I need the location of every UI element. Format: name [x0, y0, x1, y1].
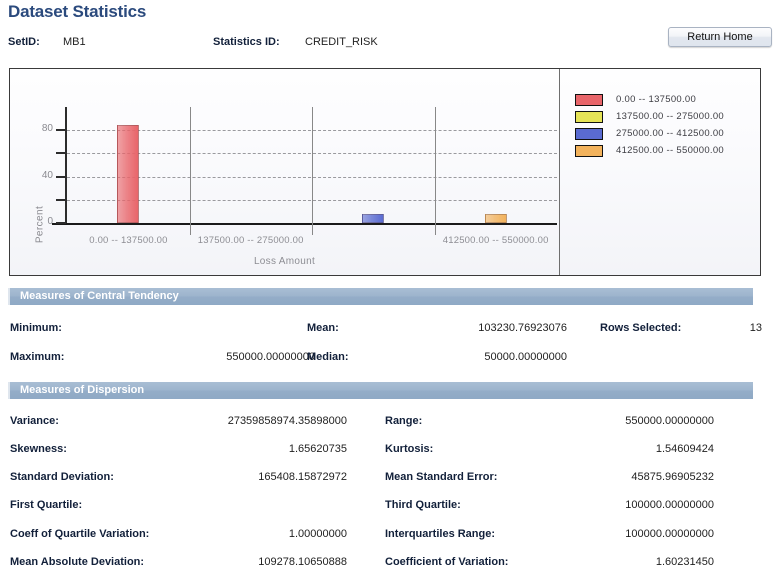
range-value: 550000.00000000	[625, 415, 714, 427]
maximum-value: 550000.00000000	[226, 351, 315, 363]
legend-label: 0.00 -- 137500.00	[616, 94, 697, 105]
chart-legend: 0.00 -- 137500.00 137500.00 -- 275000.00 2…	[575, 91, 724, 159]
legend-label: 412500.00 -- 550000.00	[616, 145, 725, 156]
chart-bar[interactable]	[117, 124, 140, 223]
chart-panel: Percent 0 40 80 0.00 -- 137500.00 137500.00…	[9, 68, 761, 276]
legend-item[interactable]: 275000.00 -- 412500.00	[575, 125, 724, 142]
return-home-button[interactable]: Return Home	[668, 27, 772, 47]
legend-swatch	[575, 127, 603, 140]
x-axis-title: Loss Amount	[253, 256, 316, 267]
chart-bar[interactable]	[362, 214, 385, 223]
y-tick-mark	[56, 175, 66, 178]
legend-label: 275000.00 -- 412500.00	[616, 128, 725, 139]
skewness-value: 1.65620735	[288, 443, 347, 455]
mean-standard-error-label: Mean Standard Error:	[385, 471, 498, 483]
statistics-id-label: Statistics ID:	[213, 36, 280, 48]
x-tick-label: 412500.00 -- 550000.00	[442, 235, 549, 246]
first-quartile-label: First Quartile:	[10, 499, 83, 511]
legend-item[interactable]: 412500.00 -- 550000.00	[575, 142, 724, 159]
legend-item[interactable]: 137500.00 -- 275000.00	[575, 108, 724, 125]
page-title: Dataset Statistics	[8, 2, 147, 21]
skewness-label: Skewness:	[10, 443, 67, 455]
kurtosis-value: 1.54609424	[655, 443, 714, 455]
legend-swatch	[575, 110, 603, 123]
mean-absolute-deviation-value: 109278.10650888	[258, 556, 347, 568]
third-quartile-label: Third Quartile:	[385, 499, 461, 511]
coefficient-of-variation-value: 1.60231450	[655, 556, 714, 568]
rows-selected-value: 13	[749, 322, 762, 334]
y-tick-label: 0	[47, 216, 53, 227]
rows-selected-label: Rows Selected:	[600, 322, 682, 334]
chart-plot-area: Percent 0 40 80 0.00 -- 137500.00 137500.00…	[10, 69, 559, 275]
y-tick-mark	[56, 129, 66, 132]
median-value: 50000.00000000	[484, 351, 567, 363]
chart-bar[interactable]	[484, 214, 507, 223]
variance-label: Variance:	[10, 415, 59, 427]
range-label: Range:	[385, 415, 423, 427]
third-quartile-value: 100000.00000000	[625, 499, 714, 511]
legend-swatch	[575, 93, 603, 106]
x-tick-label: 0.00 -- 137500.00	[89, 235, 168, 246]
interquartiles-range-label: Interquartiles Range:	[385, 528, 496, 540]
variance-value: 27359858974.35898000	[227, 415, 347, 427]
y-tick-mark	[56, 222, 66, 224]
section-header-dispersion: Measures of Dispersion	[8, 382, 753, 399]
legend-divider	[559, 69, 560, 275]
statistics-id-value: CREDIT_RISK	[305, 36, 378, 48]
y-tick-mark	[56, 152, 66, 155]
standard-deviation-value: 165408.15872972	[258, 471, 347, 483]
y-tick-label: 80	[41, 123, 53, 135]
legend-swatch	[575, 144, 603, 157]
section-header-central-tendency: Measures of Central Tendency	[8, 288, 753, 305]
setid-value: MB1	[63, 36, 86, 48]
minimum-label: Minimum:	[10, 322, 62, 334]
setid-label: SetID:	[8, 36, 40, 48]
coefficient-of-variation-label: Coefficient of Variation:	[385, 556, 509, 568]
legend-label: 137500.00 -- 275000.00	[616, 111, 725, 122]
coeff-quartile-variation-value: 1.00000000	[288, 528, 347, 540]
mean-label: Mean:	[307, 322, 339, 334]
y-tick-label: 40	[41, 169, 53, 181]
kurtosis-label: Kurtosis:	[385, 443, 434, 455]
x-tick-label: 137500.00 -- 275000.00	[197, 235, 304, 246]
x-axis-line	[52, 223, 557, 225]
maximum-label: Maximum:	[10, 351, 65, 363]
y-axis-line	[65, 107, 67, 224]
mean-value: 103230.76923076	[478, 322, 567, 334]
legend-item[interactable]: 0.00 -- 137500.00	[575, 91, 724, 108]
category-divider	[434, 107, 436, 235]
y-tick-mark	[56, 198, 66, 201]
standard-deviation-label: Standard Deviation:	[10, 471, 114, 483]
median-label: Median:	[307, 351, 349, 363]
category-divider	[189, 107, 191, 235]
mean-standard-error-value: 45875.96905232	[631, 471, 714, 483]
category-divider	[312, 107, 313, 235]
interquartiles-range-value: 100000.00000000	[625, 528, 714, 540]
